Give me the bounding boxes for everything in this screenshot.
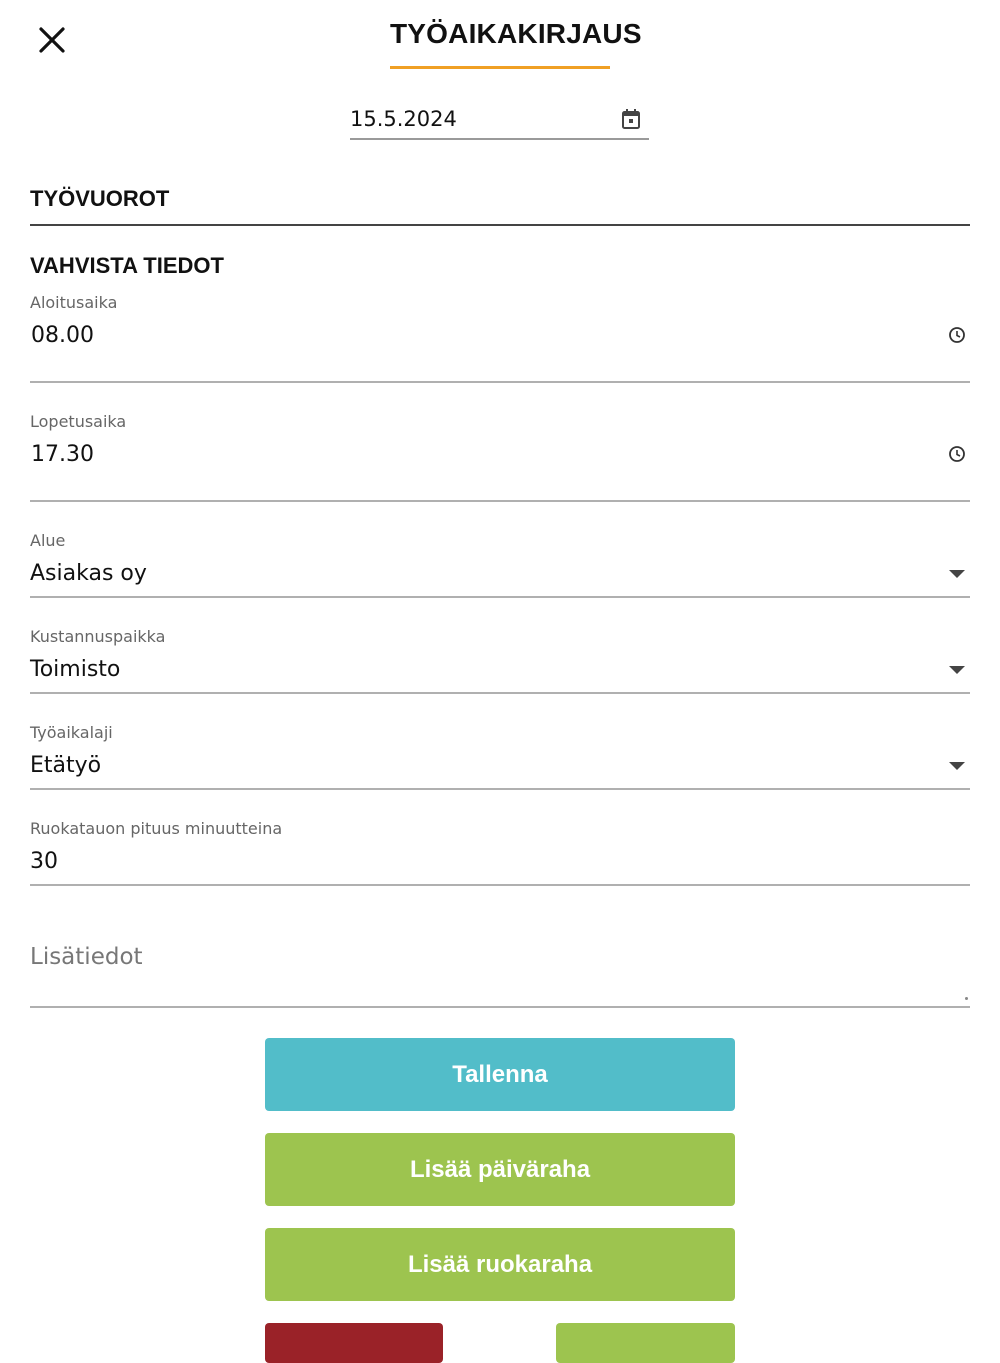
clock-icon[interactable] xyxy=(948,445,966,463)
page-header: TYÖAIKAKIRJAUS xyxy=(0,18,1000,69)
add-meal-allowance-button[interactable]: Lisää ruokaraha xyxy=(265,1228,735,1301)
end-time-value: 17.30 xyxy=(31,442,94,467)
lunch-break-label: Ruokatauon pituus minuutteina xyxy=(30,819,283,838)
dropdown-arrow-icon xyxy=(948,569,966,579)
work-type-label: Työaikalaji xyxy=(30,723,113,742)
clock-icon[interactable] xyxy=(948,326,966,344)
partial-green-button[interactable] xyxy=(556,1323,735,1363)
resize-handle-icon[interactable] xyxy=(965,997,968,1000)
lunch-break-input[interactable]: Ruokatauon pituus minuutteina 30 xyxy=(30,819,970,886)
notes-placeholder: Lisätiedot xyxy=(30,944,143,970)
start-time-label: Aloitusaika xyxy=(30,293,118,312)
work-type-value: Etätyö xyxy=(30,753,102,778)
start-time-value: 08.00 xyxy=(31,323,94,348)
end-time-field[interactable]: Lopetusaika 17.30 xyxy=(30,412,970,502)
partial-red-button[interactable] xyxy=(265,1323,443,1363)
end-time-label: Lopetusaika xyxy=(30,412,127,431)
notes-textarea[interactable]: Lisätiedot xyxy=(30,940,970,1008)
add-daily-allowance-button[interactable]: Lisää päiväraha xyxy=(265,1133,735,1206)
cost-center-label: Kustannuspaikka xyxy=(30,627,166,646)
date-value: 15.5.2024 xyxy=(350,107,457,131)
shifts-section-header: TYÖVUOROT xyxy=(30,186,970,226)
confirm-section-header: VAHVISTA TIEDOT xyxy=(30,253,224,278)
cost-center-select[interactable]: Kustannuspaikka Toimisto xyxy=(30,627,970,694)
area-label: Alue xyxy=(30,531,66,550)
area-select[interactable]: Alue Asiakas oy xyxy=(30,531,970,598)
save-button[interactable]: Tallenna xyxy=(265,1038,735,1111)
dropdown-arrow-icon xyxy=(948,665,966,675)
dropdown-arrow-icon xyxy=(948,761,966,771)
cost-center-value: Toimisto xyxy=(30,657,121,682)
lunch-break-value: 30 xyxy=(30,849,58,874)
calendar-icon[interactable] xyxy=(621,108,641,130)
work-type-select[interactable]: Työaikalaji Etätyö xyxy=(30,723,970,790)
start-time-field[interactable]: Aloitusaika 08.00 xyxy=(30,293,970,383)
date-picker-field[interactable]: 15.5.2024 xyxy=(350,100,649,140)
page-title: TYÖAIKAKIRJAUS xyxy=(390,18,642,69)
area-value: Asiakas oy xyxy=(30,561,147,586)
